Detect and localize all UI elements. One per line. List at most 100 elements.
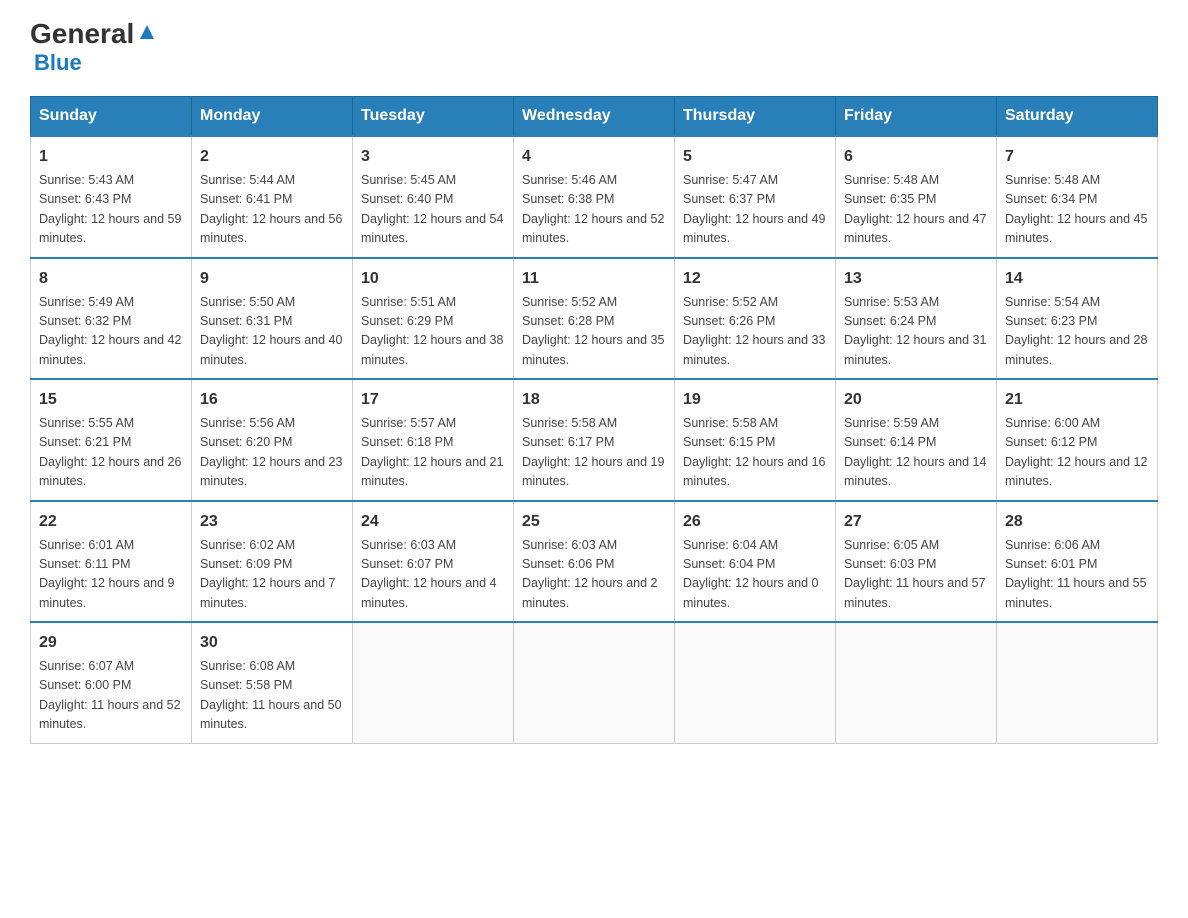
day-info: Sunrise: 5:48 AMSunset: 6:34 PMDaylight:… xyxy=(1005,171,1149,249)
day-number: 30 xyxy=(200,631,344,655)
calendar-cell: 18Sunrise: 5:58 AMSunset: 6:17 PMDayligh… xyxy=(514,379,675,501)
day-number: 4 xyxy=(522,145,666,169)
day-info: Sunrise: 5:55 AMSunset: 6:21 PMDaylight:… xyxy=(39,414,183,492)
day-info: Sunrise: 6:08 AMSunset: 5:58 PMDaylight:… xyxy=(200,657,344,735)
calendar-day-header: Friday xyxy=(836,97,997,137)
calendar-cell: 30Sunrise: 6:08 AMSunset: 5:58 PMDayligh… xyxy=(192,622,353,743)
day-info: Sunrise: 6:07 AMSunset: 6:00 PMDaylight:… xyxy=(39,657,183,735)
calendar-cell: 11Sunrise: 5:52 AMSunset: 6:28 PMDayligh… xyxy=(514,258,675,380)
calendar-cell: 15Sunrise: 5:55 AMSunset: 6:21 PMDayligh… xyxy=(31,379,192,501)
calendar-cell xyxy=(353,622,514,743)
day-number: 27 xyxy=(844,510,988,534)
day-info: Sunrise: 5:43 AMSunset: 6:43 PMDaylight:… xyxy=(39,171,183,249)
day-number: 19 xyxy=(683,388,827,412)
day-number: 12 xyxy=(683,267,827,291)
calendar-cell: 10Sunrise: 5:51 AMSunset: 6:29 PMDayligh… xyxy=(353,258,514,380)
calendar-day-header: Thursday xyxy=(675,97,836,137)
calendar-week-row: 1Sunrise: 5:43 AMSunset: 6:43 PMDaylight… xyxy=(31,136,1158,258)
calendar-header-row: SundayMondayTuesdayWednesdayThursdayFrid… xyxy=(31,97,1158,137)
day-number: 16 xyxy=(200,388,344,412)
day-info: Sunrise: 5:58 AMSunset: 6:17 PMDaylight:… xyxy=(522,414,666,492)
day-info: Sunrise: 6:04 AMSunset: 6:04 PMDaylight:… xyxy=(683,536,827,614)
day-number: 13 xyxy=(844,267,988,291)
day-info: Sunrise: 5:59 AMSunset: 6:14 PMDaylight:… xyxy=(844,414,988,492)
calendar-cell: 26Sunrise: 6:04 AMSunset: 6:04 PMDayligh… xyxy=(675,501,836,623)
calendar-week-row: 29Sunrise: 6:07 AMSunset: 6:00 PMDayligh… xyxy=(31,622,1158,743)
day-number: 14 xyxy=(1005,267,1149,291)
day-number: 28 xyxy=(1005,510,1149,534)
day-info: Sunrise: 5:52 AMSunset: 6:28 PMDaylight:… xyxy=(522,293,666,371)
day-number: 26 xyxy=(683,510,827,534)
calendar-cell: 16Sunrise: 5:56 AMSunset: 6:20 PMDayligh… xyxy=(192,379,353,501)
calendar-cell: 14Sunrise: 5:54 AMSunset: 6:23 PMDayligh… xyxy=(997,258,1158,380)
day-number: 15 xyxy=(39,388,183,412)
day-info: Sunrise: 5:47 AMSunset: 6:37 PMDaylight:… xyxy=(683,171,827,249)
calendar-cell: 12Sunrise: 5:52 AMSunset: 6:26 PMDayligh… xyxy=(675,258,836,380)
calendar-cell: 29Sunrise: 6:07 AMSunset: 6:00 PMDayligh… xyxy=(31,622,192,743)
day-info: Sunrise: 5:56 AMSunset: 6:20 PMDaylight:… xyxy=(200,414,344,492)
calendar-cell: 27Sunrise: 6:05 AMSunset: 6:03 PMDayligh… xyxy=(836,501,997,623)
calendar-day-header: Tuesday xyxy=(353,97,514,137)
day-number: 6 xyxy=(844,145,988,169)
day-info: Sunrise: 5:58 AMSunset: 6:15 PMDaylight:… xyxy=(683,414,827,492)
calendar-cell: 5Sunrise: 5:47 AMSunset: 6:37 PMDaylight… xyxy=(675,136,836,258)
calendar-week-row: 8Sunrise: 5:49 AMSunset: 6:32 PMDaylight… xyxy=(31,258,1158,380)
day-info: Sunrise: 5:49 AMSunset: 6:32 PMDaylight:… xyxy=(39,293,183,371)
day-number: 9 xyxy=(200,267,344,291)
calendar-cell xyxy=(836,622,997,743)
day-number: 24 xyxy=(361,510,505,534)
day-number: 21 xyxy=(1005,388,1149,412)
calendar-day-header: Monday xyxy=(192,97,353,137)
calendar-cell: 8Sunrise: 5:49 AMSunset: 6:32 PMDaylight… xyxy=(31,258,192,380)
day-number: 10 xyxy=(361,267,505,291)
calendar-cell: 21Sunrise: 6:00 AMSunset: 6:12 PMDayligh… xyxy=(997,379,1158,501)
day-info: Sunrise: 5:46 AMSunset: 6:38 PMDaylight:… xyxy=(522,171,666,249)
day-number: 23 xyxy=(200,510,344,534)
calendar-cell: 19Sunrise: 5:58 AMSunset: 6:15 PMDayligh… xyxy=(675,379,836,501)
logo-triangle-icon xyxy=(136,21,158,43)
calendar-cell: 17Sunrise: 5:57 AMSunset: 6:18 PMDayligh… xyxy=(353,379,514,501)
day-info: Sunrise: 5:53 AMSunset: 6:24 PMDaylight:… xyxy=(844,293,988,371)
day-info: Sunrise: 6:02 AMSunset: 6:09 PMDaylight:… xyxy=(200,536,344,614)
calendar-cell: 28Sunrise: 6:06 AMSunset: 6:01 PMDayligh… xyxy=(997,501,1158,623)
calendar-table: SundayMondayTuesdayWednesdayThursdayFrid… xyxy=(30,96,1158,744)
day-number: 1 xyxy=(39,145,183,169)
day-info: Sunrise: 5:52 AMSunset: 6:26 PMDaylight:… xyxy=(683,293,827,371)
calendar-cell xyxy=(675,622,836,743)
day-number: 2 xyxy=(200,145,344,169)
day-info: Sunrise: 6:05 AMSunset: 6:03 PMDaylight:… xyxy=(844,536,988,614)
day-info: Sunrise: 5:45 AMSunset: 6:40 PMDaylight:… xyxy=(361,171,505,249)
calendar-week-row: 15Sunrise: 5:55 AMSunset: 6:21 PMDayligh… xyxy=(31,379,1158,501)
logo-text-blue: Blue xyxy=(34,50,82,76)
calendar-day-header: Sunday xyxy=(31,97,192,137)
calendar-cell: 6Sunrise: 5:48 AMSunset: 6:35 PMDaylight… xyxy=(836,136,997,258)
calendar-cell: 25Sunrise: 6:03 AMSunset: 6:06 PMDayligh… xyxy=(514,501,675,623)
calendar-cell: 13Sunrise: 5:53 AMSunset: 6:24 PMDayligh… xyxy=(836,258,997,380)
day-info: Sunrise: 5:44 AMSunset: 6:41 PMDaylight:… xyxy=(200,171,344,249)
day-number: 5 xyxy=(683,145,827,169)
day-info: Sunrise: 6:01 AMSunset: 6:11 PMDaylight:… xyxy=(39,536,183,614)
calendar-cell: 3Sunrise: 5:45 AMSunset: 6:40 PMDaylight… xyxy=(353,136,514,258)
logo-text-general: General xyxy=(30,20,134,48)
calendar-day-header: Saturday xyxy=(997,97,1158,137)
day-number: 17 xyxy=(361,388,505,412)
day-info: Sunrise: 6:03 AMSunset: 6:06 PMDaylight:… xyxy=(522,536,666,614)
day-info: Sunrise: 5:54 AMSunset: 6:23 PMDaylight:… xyxy=(1005,293,1149,371)
day-number: 25 xyxy=(522,510,666,534)
day-number: 3 xyxy=(361,145,505,169)
day-info: Sunrise: 5:48 AMSunset: 6:35 PMDaylight:… xyxy=(844,171,988,249)
day-info: Sunrise: 5:50 AMSunset: 6:31 PMDaylight:… xyxy=(200,293,344,371)
page-header: General Blue xyxy=(30,20,1158,76)
day-info: Sunrise: 5:57 AMSunset: 6:18 PMDaylight:… xyxy=(361,414,505,492)
day-info: Sunrise: 6:03 AMSunset: 6:07 PMDaylight:… xyxy=(361,536,505,614)
calendar-week-row: 22Sunrise: 6:01 AMSunset: 6:11 PMDayligh… xyxy=(31,501,1158,623)
calendar-cell: 4Sunrise: 5:46 AMSunset: 6:38 PMDaylight… xyxy=(514,136,675,258)
calendar-cell: 23Sunrise: 6:02 AMSunset: 6:09 PMDayligh… xyxy=(192,501,353,623)
calendar-cell: 24Sunrise: 6:03 AMSunset: 6:07 PMDayligh… xyxy=(353,501,514,623)
day-number: 22 xyxy=(39,510,183,534)
calendar-cell xyxy=(997,622,1158,743)
day-number: 20 xyxy=(844,388,988,412)
calendar-cell: 22Sunrise: 6:01 AMSunset: 6:11 PMDayligh… xyxy=(31,501,192,623)
day-number: 7 xyxy=(1005,145,1149,169)
calendar-cell: 1Sunrise: 5:43 AMSunset: 6:43 PMDaylight… xyxy=(31,136,192,258)
